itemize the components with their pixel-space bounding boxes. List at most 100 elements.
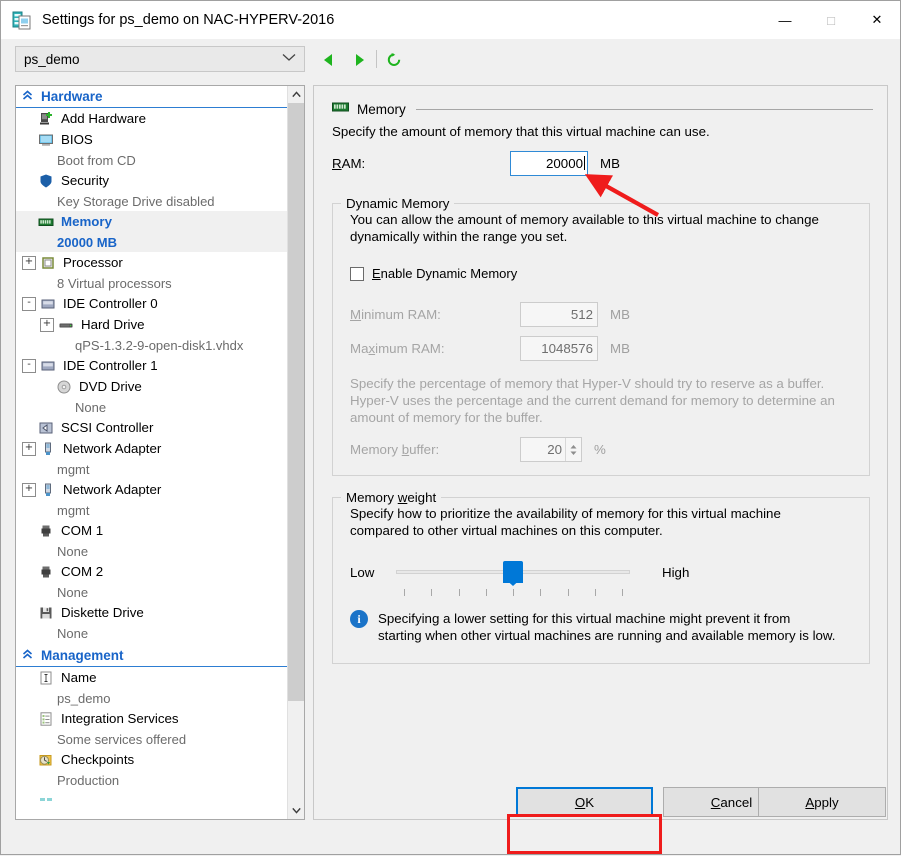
vm-settings-icon (11, 9, 33, 31)
tree-item-ide-controller-0[interactable]: - IDE Controller 0 (16, 293, 288, 314)
maximum-ram-input[interactable]: 1048576 (520, 336, 598, 361)
tree-item-security[interactable]: Security (16, 170, 288, 191)
tree-item-sub: mgmt (57, 502, 90, 518)
forward-triangle-icon[interactable] (349, 50, 369, 70)
tree-item-integration-services[interactable]: Integration Services (16, 708, 288, 729)
expander-plus-icon[interactable]: + (22, 441, 36, 456)
tree-item-network-adapter-1[interactable]: + Network Adapter (16, 438, 288, 459)
ok-label: OK (574, 794, 595, 810)
expander-none (40, 381, 52, 393)
vm-selector-dropdown[interactable]: ps_demo (15, 46, 305, 72)
tree-item-sub: mgmt (57, 461, 90, 477)
memory-weight-slider[interactable] (396, 559, 630, 596)
expander-plus-icon[interactable]: + (22, 482, 36, 497)
tree-item-label: Network Adapter (63, 441, 162, 456)
memory-weight-legend: Memory weight (346, 490, 437, 505)
scrollbar-thumb[interactable] (288, 103, 304, 701)
scroll-down-arrow-icon[interactable] (288, 802, 304, 819)
ram-input[interactable]: 20000 (510, 150, 588, 176)
tree-item-label: Network Adapter (63, 482, 162, 497)
scsi-controller-icon (38, 420, 56, 436)
expander-none (22, 175, 34, 187)
dvd-drive-icon (56, 379, 74, 395)
minimum-ram-row: Minimum RAM: 512 MB (350, 302, 630, 327)
tree-item-label: Name (61, 670, 97, 685)
spinner-arrows-icon[interactable] (565, 438, 581, 461)
tree-item-label: Hard Drive (81, 317, 145, 332)
refresh-icon[interactable] (384, 50, 404, 70)
memory-description: Specify the amount of memory that this v… (332, 124, 710, 139)
tree-item-diskette-drive[interactable]: Diskette Drive (16, 602, 288, 623)
tree-item-checkpoints[interactable]: Checkpoints (16, 749, 288, 770)
tree-item-label: IDE Controller 0 (63, 296, 158, 311)
com-port-icon (38, 564, 56, 580)
memory-dimm-icon (332, 101, 349, 117)
back-triangle-icon[interactable] (319, 50, 339, 70)
scroll-up-arrow-icon[interactable] (288, 86, 304, 103)
expander-none (22, 216, 34, 228)
tree-group-hardware[interactable]: Hardware (16, 86, 288, 108)
apply-button[interactable]: Apply (758, 787, 886, 817)
enable-dynamic-memory-checkbox[interactable]: Enable Dynamic Memory (350, 266, 517, 281)
minimize-button[interactable]: — (762, 1, 808, 39)
chevron-down-icon (282, 53, 296, 65)
processor-chip-icon (40, 255, 58, 271)
ram-unit: MB (600, 155, 620, 171)
expander-none (22, 422, 34, 434)
settings-dialog: Settings for ps_demo on NAC-HYPERV-2016 … (0, 0, 901, 855)
vm-selector-value: ps_demo (24, 51, 80, 67)
tree-item-label: Security (61, 173, 110, 188)
tree-group-management[interactable]: Management (16, 645, 288, 667)
maximize-button[interactable]: □ (808, 1, 854, 39)
expander-none (22, 672, 34, 684)
tree-item-label: Memory (61, 214, 112, 229)
close-button[interactable]: ✕ (854, 1, 900, 39)
tree-item-com-1[interactable]: COM 1 (16, 520, 288, 541)
maximum-ram-row: Maximum RAM: 1048576 MB (350, 336, 630, 361)
tree-item-sub: Production (57, 772, 120, 788)
dynamic-memory-legend: Dynamic Memory (346, 196, 450, 211)
window-controls: — □ ✕ (762, 1, 900, 39)
expander-plus-icon[interactable]: + (22, 255, 36, 270)
tree-item-memory[interactable]: Memory (16, 211, 288, 232)
title-bar: Settings for ps_demo on NAC-HYPERV-2016 … (1, 1, 900, 39)
memory-buffer-spinner[interactable]: 20 (520, 437, 582, 462)
tree-scrollbar[interactable] (287, 86, 304, 819)
tree-item-scsi-controller[interactable]: SCSI Controller (16, 417, 288, 438)
tree-item-dvd-drive[interactable]: DVD Drive (16, 376, 288, 397)
tree-item-com-2[interactable]: COM 2 (16, 561, 288, 582)
checkbox-box[interactable] (350, 266, 364, 281)
window-title: Settings for ps_demo on NAC-HYPERV-2016 (42, 12, 335, 28)
slider-low-label: Low (350, 564, 375, 580)
tree-item-ide-controller-1[interactable]: - IDE Controller 1 (16, 355, 288, 376)
section-title: Memory (357, 101, 406, 117)
ram-value: 20000 (546, 155, 583, 171)
ok-button[interactable]: OK (516, 787, 653, 817)
settings-tree[interactable]: Hardware Add Hardware BIOS Boot from CD … (15, 85, 305, 820)
expander-minus-icon[interactable]: - (22, 296, 36, 311)
dialog-footer: OK Cancel Apply (1, 787, 900, 854)
expander-minus-icon[interactable]: - (22, 358, 36, 373)
tree-item-partial[interactable] (16, 790, 288, 811)
tree-item-add-hardware[interactable]: Add Hardware (16, 108, 288, 129)
tree-item-name[interactable]: Name (16, 667, 288, 688)
toolbar: ps_demo (1, 39, 900, 81)
tree-item-network-adapter-2[interactable]: + Network Adapter (16, 479, 288, 500)
com-port-icon (38, 523, 56, 539)
ram-label: RAM: (332, 155, 366, 171)
slider-thumb[interactable] (503, 561, 523, 586)
tree-item-sub: None (57, 584, 89, 600)
expander-plus-icon[interactable]: + (40, 317, 54, 332)
name-textfield-icon (38, 670, 56, 686)
tree-item-bios[interactable]: BIOS (16, 129, 288, 150)
tree-item-sub: Some services offered (57, 731, 187, 747)
smart-paging-icon (38, 793, 56, 809)
collapse-caret-icon (22, 648, 33, 663)
apply-label: Apply (805, 794, 839, 810)
tree-item-hard-drive[interactable]: + Hard Drive (16, 314, 288, 335)
expander-none (22, 713, 34, 725)
minimum-ram-input[interactable]: 512 (520, 302, 598, 327)
tree-item-processor[interactable]: + Processor (16, 252, 288, 273)
memory-buffer-row: Memory buffer: 20 % (350, 437, 606, 462)
tree-item-label: Diskette Drive (61, 605, 144, 620)
